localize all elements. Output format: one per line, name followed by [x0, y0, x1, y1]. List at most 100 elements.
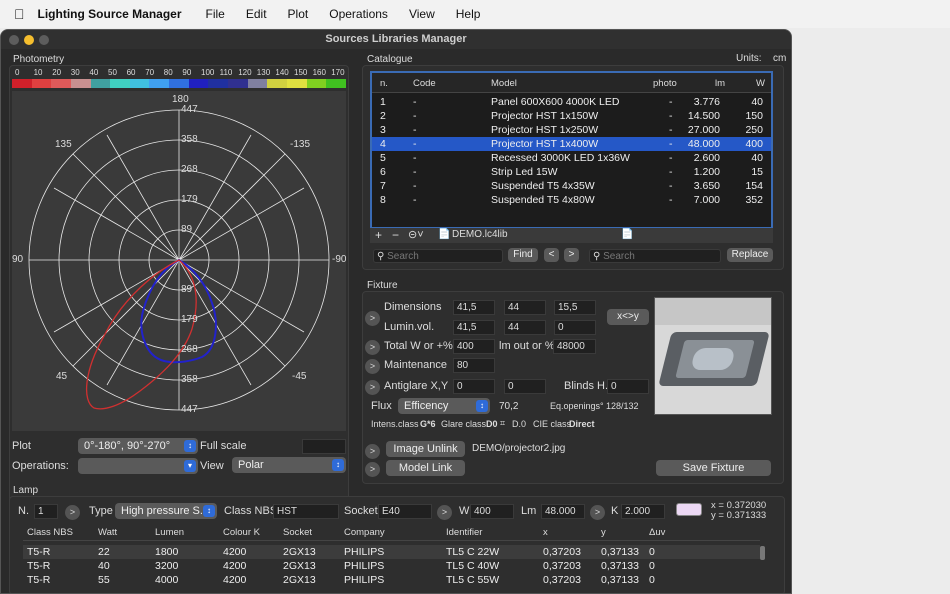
lamp-socket-toggle[interactable]: > [437, 505, 452, 520]
flux-select[interactable]: Efficency ↕ [398, 398, 490, 414]
menu-file[interactable]: File [206, 7, 225, 21]
lamp-col-y[interactable]: y [601, 527, 606, 538]
lamp-col-colour[interactable]: Colour K [223, 527, 260, 538]
lamp-col-socket[interactable]: Socket [283, 527, 312, 538]
catalogue-row[interactable]: 6 - Strip Led 15W - 1.200 15 [372, 165, 771, 179]
total-toggle[interactable]: > [365, 340, 380, 355]
catalogue-row[interactable]: 4 - Projector HST 1x400W - 48.000 400 [372, 137, 771, 151]
lamp-socket-field[interactable]: E40 [378, 504, 432, 519]
lamp-color-swatch[interactable] [676, 503, 702, 516]
lamp-cell: 0,37203 [543, 560, 581, 572]
full-scale-field[interactable] [302, 439, 346, 454]
app-name[interactable]: Lighting Source Manager [38, 7, 182, 21]
replace-button[interactable]: Replace [727, 248, 773, 262]
lamp-cell: 1800 [155, 546, 179, 558]
lamp-row[interactable]: T5-R 55 4000 4200 2GX13 PHILIPS TL5 C 55W 0,372… [23, 573, 760, 587]
catalogue-row[interactable]: 5 - Recessed 3000K LED 1x36W - 2.600 40 [372, 151, 771, 165]
remove-icon[interactable]: − [392, 228, 399, 242]
minimize-button[interactable] [24, 35, 34, 45]
lamp-k-field[interactable]: 2.000 [621, 504, 665, 519]
col-lm[interactable]: lm [715, 78, 725, 89]
lamp-col-watt[interactable]: Watt [98, 527, 117, 538]
scale-tick: 70 [145, 68, 155, 77]
lamp-n-toggle[interactable]: > [65, 505, 80, 520]
col-w[interactable]: W [756, 78, 765, 89]
lamp-row[interactable]: T5-R 22 1800 4200 2GX13 PHILIPS TL5 C 22W 0,372… [23, 545, 760, 559]
view-select[interactable]: Polar ↕ [232, 457, 346, 473]
lamp-class-field[interactable]: HST [273, 504, 339, 519]
maintenance-toggle[interactable]: > [365, 359, 380, 374]
col-n[interactable]: n. [380, 78, 388, 89]
find-button[interactable]: Find [508, 248, 538, 262]
menu-edit[interactable]: Edit [246, 7, 267, 21]
lamp-lm-toggle[interactable]: > [590, 505, 605, 520]
antiglare-x[interactable]: 0 [453, 379, 495, 394]
dimensions-toggle[interactable]: > [365, 311, 380, 326]
lamp-col-company[interactable]: Company [344, 527, 385, 538]
polar-plot[interactable]: 180 135 -135 90 -90 45 -45 447 358 268 1… [12, 91, 346, 431]
file-icon[interactable]: 📄 [621, 229, 633, 240]
menu-operations[interactable]: Operations [329, 7, 388, 21]
lumin-x[interactable]: 41,5 [453, 320, 495, 335]
catalogue-row[interactable]: 1 - Panel 600X600 4000K LED - 3.776 40 [372, 95, 771, 109]
lumin-y[interactable]: 44 [504, 320, 546, 335]
total-w-field[interactable]: 400 [453, 339, 495, 354]
lamp-col-duv[interactable]: Δuv [649, 527, 665, 538]
catalogue-row[interactable]: 3 - Projector HST 1x250W - 27.000 250 [372, 123, 771, 137]
lamp-w-field[interactable]: 400 [470, 504, 514, 519]
lamp-cell: 4000 [155, 574, 179, 586]
blinds-field[interactable]: 0 [607, 379, 649, 394]
catalogue-cell: - [413, 152, 417, 164]
lamp-col-lumen[interactable]: Lumen [155, 527, 184, 538]
lamp-lm-field[interactable]: 48.000 [541, 504, 585, 519]
maintenance-field[interactable]: 80 [453, 358, 495, 373]
antiglare-toggle[interactable]: > [365, 380, 380, 395]
lamp-n-field[interactable]: 1 [34, 504, 58, 519]
prev-button[interactable]: < [544, 248, 559, 262]
operations-select[interactable]: ▾ [78, 458, 198, 474]
col-photo[interactable]: photo [653, 78, 677, 89]
save-fixture-button[interactable]: Save Fixture [656, 460, 771, 476]
menu-plot[interactable]: Plot [288, 7, 309, 21]
catalogue-row[interactable]: 8 - Suspended T5 4x80W - 7.000 352 [372, 193, 771, 207]
lumin-z[interactable]: 0 [554, 320, 596, 335]
zoom-button[interactable] [39, 35, 49, 45]
model-toggle[interactable]: > [365, 462, 380, 477]
blinds-label: Blinds H. [564, 380, 609, 392]
lamp-row[interactable]: T5-R 40 3200 4200 2GX13 PHILIPS TL5 C 40W 0,372… [23, 559, 760, 573]
close-button[interactable] [9, 35, 19, 45]
lamp-cell: 0,37203 [543, 546, 581, 558]
model-link-button[interactable]: Model Link [386, 460, 465, 476]
search-input[interactable]: ⚲ Search [373, 249, 503, 263]
catalogue-row[interactable]: 7 - Suspended T5 4x35W - 3.650 154 [372, 179, 771, 193]
next-button[interactable]: > [564, 248, 579, 262]
lamp-type-select[interactable]: High pressure S... ↕ [115, 503, 217, 519]
menu-view[interactable]: View [409, 7, 435, 21]
menu-help[interactable]: Help [456, 7, 481, 21]
replace-input[interactable]: ⚲ Search [589, 249, 721, 263]
col-code[interactable]: Code [413, 78, 436, 89]
d-mark: D.0 [512, 419, 527, 429]
catalogue-cell: 1.200 [693, 166, 720, 178]
swap-xy-button[interactable]: x<>y [607, 309, 649, 325]
lm-out-field[interactable]: 48000 [553, 339, 596, 354]
add-icon[interactable]: + [375, 228, 382, 242]
dimension-y[interactable]: 44 [504, 300, 546, 315]
col-model[interactable]: Model [491, 78, 517, 89]
lamp-cell: 4200 [223, 574, 247, 586]
plot-select[interactable]: 0°-180°, 90°-270° ↕ [78, 438, 198, 454]
action-menu-icon[interactable]: ⊝˅ [408, 228, 424, 241]
lamp-scrollbar[interactable] [760, 546, 765, 560]
catalogue-cell: - [413, 138, 417, 150]
catalogue-table[interactable]: n. Code Model photo lm W 1 - Panel 600X600… [370, 71, 773, 229]
antiglare-y[interactable]: 0 [504, 379, 546, 394]
apple-icon[interactable]:  [14, 6, 25, 22]
dimension-x[interactable]: 41,5 [453, 300, 495, 315]
catalogue-row[interactable]: 2 - Projector HST 1x150W - 14.500 150 [372, 109, 771, 123]
image-toggle[interactable]: > [365, 444, 380, 459]
lamp-col-identifier[interactable]: Identifier [446, 527, 482, 538]
lamp-col-x[interactable]: x [543, 527, 548, 538]
dimension-z[interactable]: 15,5 [554, 300, 596, 315]
lamp-col-class[interactable]: Class NBS [27, 527, 73, 538]
image-unlink-button[interactable]: Image Unlink [386, 441, 465, 457]
